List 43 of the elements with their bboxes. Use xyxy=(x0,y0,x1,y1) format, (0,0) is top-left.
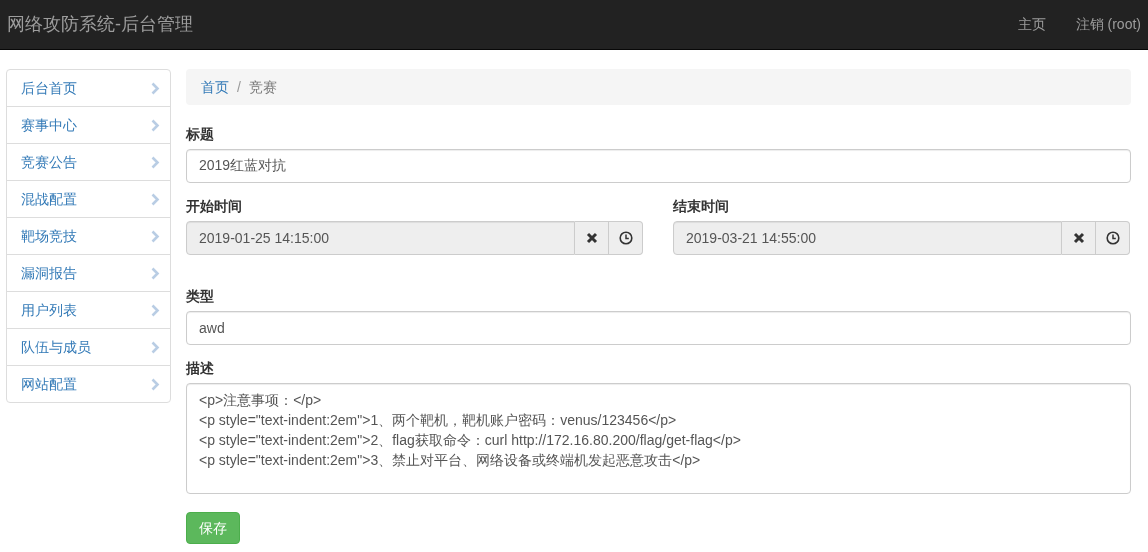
date-time-field[interactable]: 2019-03-21 14:55:00 xyxy=(673,221,1063,255)
description-field[interactable]: <p>注意事项：</p> <p style="text-indent:2em">1、两个靶机，靶机账户密码：venus/123456</p> <p style="text-indent:2em">2、flag获取命令：curl http://172.16.80.200/flag/get-flag</p> <p style="text-indent:2em">3、禁止对平台、网络设备或终端机发起恶意攻击</p> xyxy=(186,383,1131,494)
sidebar-item[interactable]: 混战配置 xyxy=(6,180,171,218)
breadcrumb-item: 竞赛 xyxy=(248,77,277,97)
text-field[interactable]: 2019红蓝对抗 xyxy=(186,149,1131,183)
chevron-icon xyxy=(151,118,160,132)
breadcrumb-separator: / xyxy=(236,77,242,97)
nav-link[interactable]: 注销 (root) xyxy=(1075,14,1141,35)
field-label: 结束时间 xyxy=(673,197,730,215)
save-button[interactable]: 保存 xyxy=(186,512,240,544)
chevron-icon xyxy=(151,377,160,391)
field-label: 描述 xyxy=(186,359,215,377)
sidebar-item[interactable]: 用户列表 xyxy=(6,291,171,329)
site-title: 网络攻防系统-后台管理 xyxy=(7,13,193,36)
sidebar-item[interactable]: 网站配置 xyxy=(6,365,171,403)
field-label: 开始时间 xyxy=(186,197,243,215)
clear-button[interactable] xyxy=(1062,221,1097,255)
sidebar-item[interactable]: 后台首页 xyxy=(6,69,171,107)
clock-icon xyxy=(1105,231,1120,245)
sidebar-item[interactable]: 漏洞报告 xyxy=(6,254,171,292)
text-field[interactable]: awd xyxy=(186,311,1131,345)
sidebar-item[interactable]: 竞赛公告 xyxy=(6,143,171,181)
close-icon xyxy=(1072,232,1085,244)
chevron-icon xyxy=(151,155,160,169)
clear-button[interactable] xyxy=(575,221,610,255)
chevron-icon xyxy=(151,303,160,317)
field-label: 标题 xyxy=(186,125,215,143)
sidebar-item[interactable]: 靶场竞技 xyxy=(6,217,171,255)
chevron-icon xyxy=(151,266,160,280)
sidebar-item[interactable]: 队伍与成员 xyxy=(6,328,171,366)
close-icon xyxy=(585,232,598,244)
date-time-field[interactable]: 2019-01-25 14:15:00 xyxy=(186,221,576,255)
clock-button[interactable] xyxy=(1096,221,1130,255)
chevron-icon xyxy=(151,81,160,95)
nav-link[interactable]: 主页 xyxy=(1017,14,1046,35)
chevron-icon xyxy=(151,229,160,243)
field-label: 类型 xyxy=(186,287,215,305)
clock-button[interactable] xyxy=(609,221,643,255)
sidebar-item[interactable]: 赛事中心 xyxy=(6,106,171,144)
chevron-icon xyxy=(151,192,160,206)
breadcrumb-link[interactable]: 首页 xyxy=(201,76,229,98)
clock-icon xyxy=(618,231,633,245)
chevron-icon xyxy=(151,340,160,354)
